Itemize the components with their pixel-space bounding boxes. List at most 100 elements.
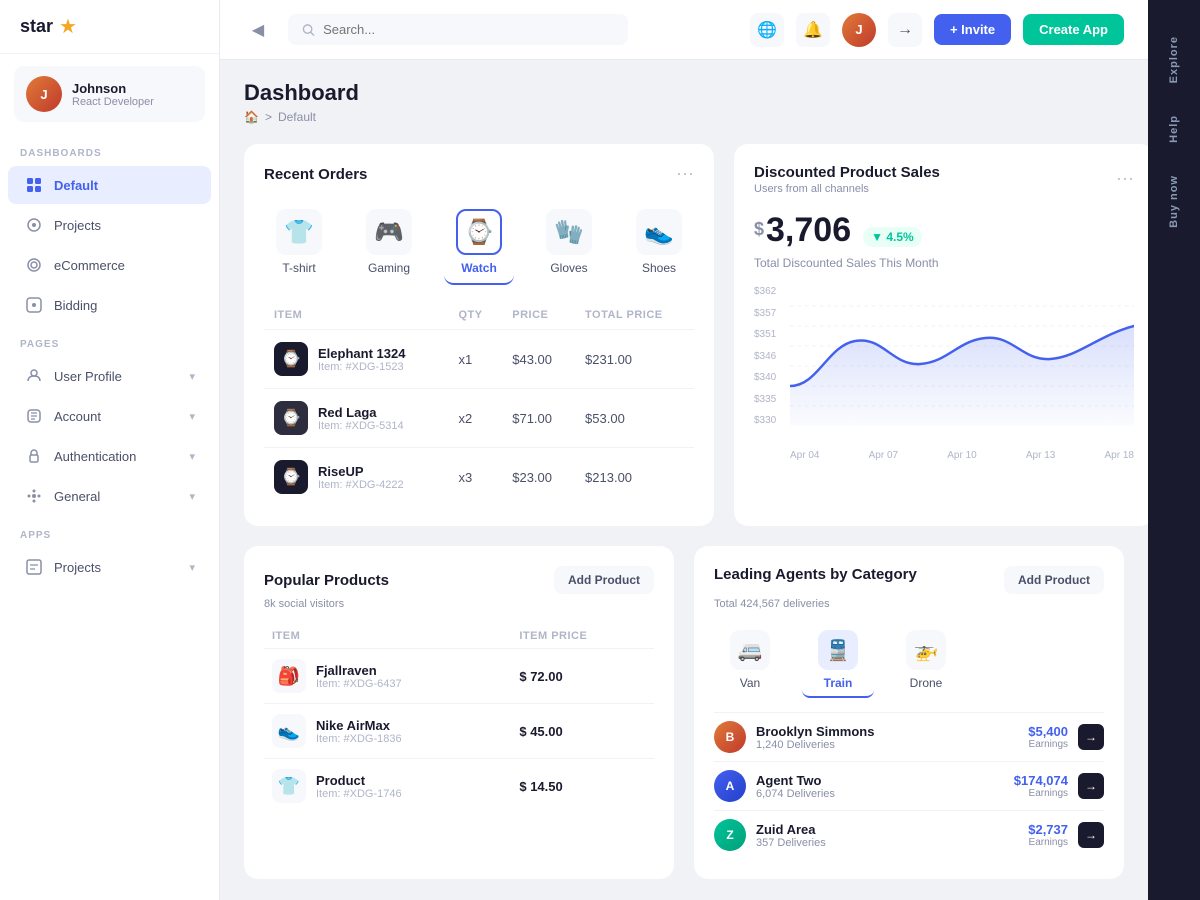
sidebar-item-general[interactable]: General ▾	[8, 477, 211, 515]
sales-amount: $ 3,706 ▼ 4.5%	[754, 211, 1134, 250]
globe-icon-button[interactable]: 🌐	[750, 13, 784, 47]
agent-earnings: $2,737	[998, 822, 1068, 837]
item-id: Item: #XDG-5314	[318, 420, 404, 432]
table-row: ⌚ RiseUP Item: #XDG-4222 x3 $23.00 $213.…	[264, 448, 694, 507]
sidebar-item-bidding-label: Bidding	[54, 298, 97, 313]
popular-products-card: Popular Products Add Product 8k social v…	[244, 546, 674, 879]
gaming-icon: 🎮	[366, 209, 412, 255]
grid-icon	[24, 175, 44, 195]
recent-orders-menu[interactable]: ⋯	[676, 164, 694, 185]
train-icon: 🚆	[818, 630, 858, 670]
section-dashboards: DASHBOARDS	[0, 134, 219, 165]
help-button[interactable]: Help	[1160, 99, 1188, 159]
list-item: 🎒 Fjallraven Item: #XDG-6437 $ 72.00	[264, 649, 654, 704]
leading-agents-header: Leading Agents by Category Add Product	[714, 566, 1104, 594]
recent-orders-header: Recent Orders ⋯	[264, 164, 694, 185]
product-tab-tshirt[interactable]: 👕 T-shirt	[264, 201, 334, 285]
arrow-button[interactable]: →	[888, 13, 922, 47]
agent-tab-train[interactable]: 🚆 Train	[802, 624, 874, 698]
product-img: 👕	[272, 769, 306, 803]
search-bar[interactable]	[288, 14, 628, 45]
chevron-down-icon4: ▾	[189, 490, 195, 503]
chart-x-labels: Apr 04 Apr 07 Apr 10 Apr 13 Apr 18	[790, 450, 1134, 461]
earnings-label: Earnings	[998, 788, 1068, 799]
pop-col-item: ITEM	[264, 624, 511, 649]
sidebar: star ★ J Johnson React Developer DASHBOA…	[0, 0, 220, 900]
page-title-area: Dashboard 🏠 > Default	[244, 80, 359, 124]
tshirt-icon: 👕	[276, 209, 322, 255]
agent-deliveries: 357 Deliveries	[756, 837, 988, 849]
user-icon	[24, 366, 44, 386]
discounted-sales-card: Discounted Product Sales Users from all …	[734, 144, 1148, 526]
notification-button[interactable]: 🔔	[796, 13, 830, 47]
sidebar-item-bidding[interactable]: Bidding	[8, 286, 211, 324]
item-id: Item: #XDG-4222	[318, 479, 404, 491]
product-tab-shoes[interactable]: 👟 Shoes	[624, 201, 694, 285]
popular-products-subtitle: 8k social visitors	[264, 598, 654, 610]
product-price: $ 14.50	[511, 759, 654, 814]
agent-avatar: Z	[714, 819, 746, 851]
breadcrumb-current: Default	[278, 110, 316, 124]
chevron-down-icon3: ▾	[189, 450, 195, 463]
table-row: ⌚ Red Laga Item: #XDG-5314 x2 $71.00 $53…	[264, 389, 694, 448]
bidding-icon	[24, 295, 44, 315]
topbar-avatar[interactable]: J	[842, 13, 876, 47]
sidebar-item-authentication[interactable]: Authentication ▾	[8, 437, 211, 475]
col-price: PRICE	[502, 301, 575, 330]
collapse-button[interactable]: ◀	[244, 16, 272, 44]
agent-tab-drone[interactable]: 🚁 Drone	[890, 624, 962, 698]
agent-row: A Agent Two 6,074 Deliveries $174,074 Ea…	[714, 761, 1104, 810]
shoes-label: Shoes	[642, 261, 676, 275]
agent-arrow-button[interactable]: →	[1078, 724, 1104, 750]
product-name: Nike AirMax	[316, 718, 402, 733]
page-header: Dashboard 🏠 > Default	[244, 80, 1124, 124]
drone-icon: 🚁	[906, 630, 946, 670]
topbar: ◀ 🌐 🔔 J → + Invite Create App	[220, 0, 1148, 60]
product-price: $ 45.00	[511, 704, 654, 759]
qty-cell: x1	[448, 330, 502, 389]
sales-menu[interactable]: ⋯	[1116, 169, 1134, 190]
tshirt-label: T-shirt	[282, 261, 315, 275]
user-profile-card[interactable]: J Johnson React Developer	[14, 66, 205, 122]
create-app-button[interactable]: Create App	[1023, 14, 1124, 45]
agent-deliveries: 6,074 Deliveries	[756, 788, 988, 800]
explore-button[interactable]: Explore	[1160, 20, 1188, 99]
item-name: RiseUP	[318, 464, 404, 479]
sidebar-item-authentication-label: Authentication	[54, 449, 136, 464]
sales-badge: ▼ 4.5%	[863, 227, 922, 247]
sidebar-item-projects-app[interactable]: Projects ▾	[8, 548, 211, 586]
sidebar-item-user-profile[interactable]: User Profile ▾	[8, 357, 211, 395]
chart-y-labels: $362 $357 $351 $346 $340 $335 $330	[754, 286, 776, 426]
sidebar-item-ecommerce[interactable]: eCommerce	[8, 246, 211, 284]
product-img: 🎒	[272, 659, 306, 693]
list-item: 👕 Product Item: #XDG-1746 $ 14.50	[264, 759, 654, 814]
buy-now-button[interactable]: Buy now	[1160, 159, 1188, 244]
product-tab-gaming[interactable]: 🎮 Gaming	[354, 201, 424, 285]
popular-products-table: ITEM ITEM PRICE 🎒 Fjallraven Item: #XDG-…	[264, 624, 654, 813]
product-tab-watch[interactable]: ⌚ Watch	[444, 201, 514, 285]
sidebar-item-default[interactable]: Default	[8, 166, 211, 204]
search-input[interactable]	[323, 22, 614, 37]
agent-arrow-button[interactable]: →	[1078, 773, 1104, 799]
logo-star-icon: ★	[59, 14, 77, 39]
recent-orders-card: Recent Orders ⋯ 👕 T-shirt 🎮 Gaming ⌚	[244, 144, 714, 526]
van-label: Van	[740, 676, 760, 690]
agent-row: Z Zuid Area 357 Deliveries $2,737 Earnin…	[714, 810, 1104, 859]
agent-arrow-button[interactable]: →	[1078, 822, 1104, 848]
drone-label: Drone	[910, 676, 943, 690]
agent-tab-van[interactable]: 🚐 Van	[714, 624, 786, 698]
train-label: Train	[824, 676, 853, 690]
add-product-button[interactable]: Add Product	[554, 566, 654, 594]
sidebar-item-projects[interactable]: Projects	[8, 206, 211, 244]
leading-agents-card: Leading Agents by Category Add Product T…	[694, 546, 1124, 879]
popular-products-header: Popular Products Add Product	[264, 566, 654, 594]
leading-agents-subtitle: Total 424,567 deliveries	[714, 598, 1104, 610]
product-tab-gloves[interactable]: 🧤 Gloves	[534, 201, 604, 285]
qty-cell: x2	[448, 389, 502, 448]
invite-button[interactable]: + Invite	[934, 14, 1011, 45]
right-panel: Explore Help Buy now	[1148, 0, 1200, 900]
agent-name: Brooklyn Simmons	[756, 724, 988, 739]
sidebar-item-account[interactable]: Account ▾	[8, 397, 211, 435]
gloves-icon: 🧤	[546, 209, 592, 255]
add-product-button2[interactable]: Add Product	[1004, 566, 1104, 594]
